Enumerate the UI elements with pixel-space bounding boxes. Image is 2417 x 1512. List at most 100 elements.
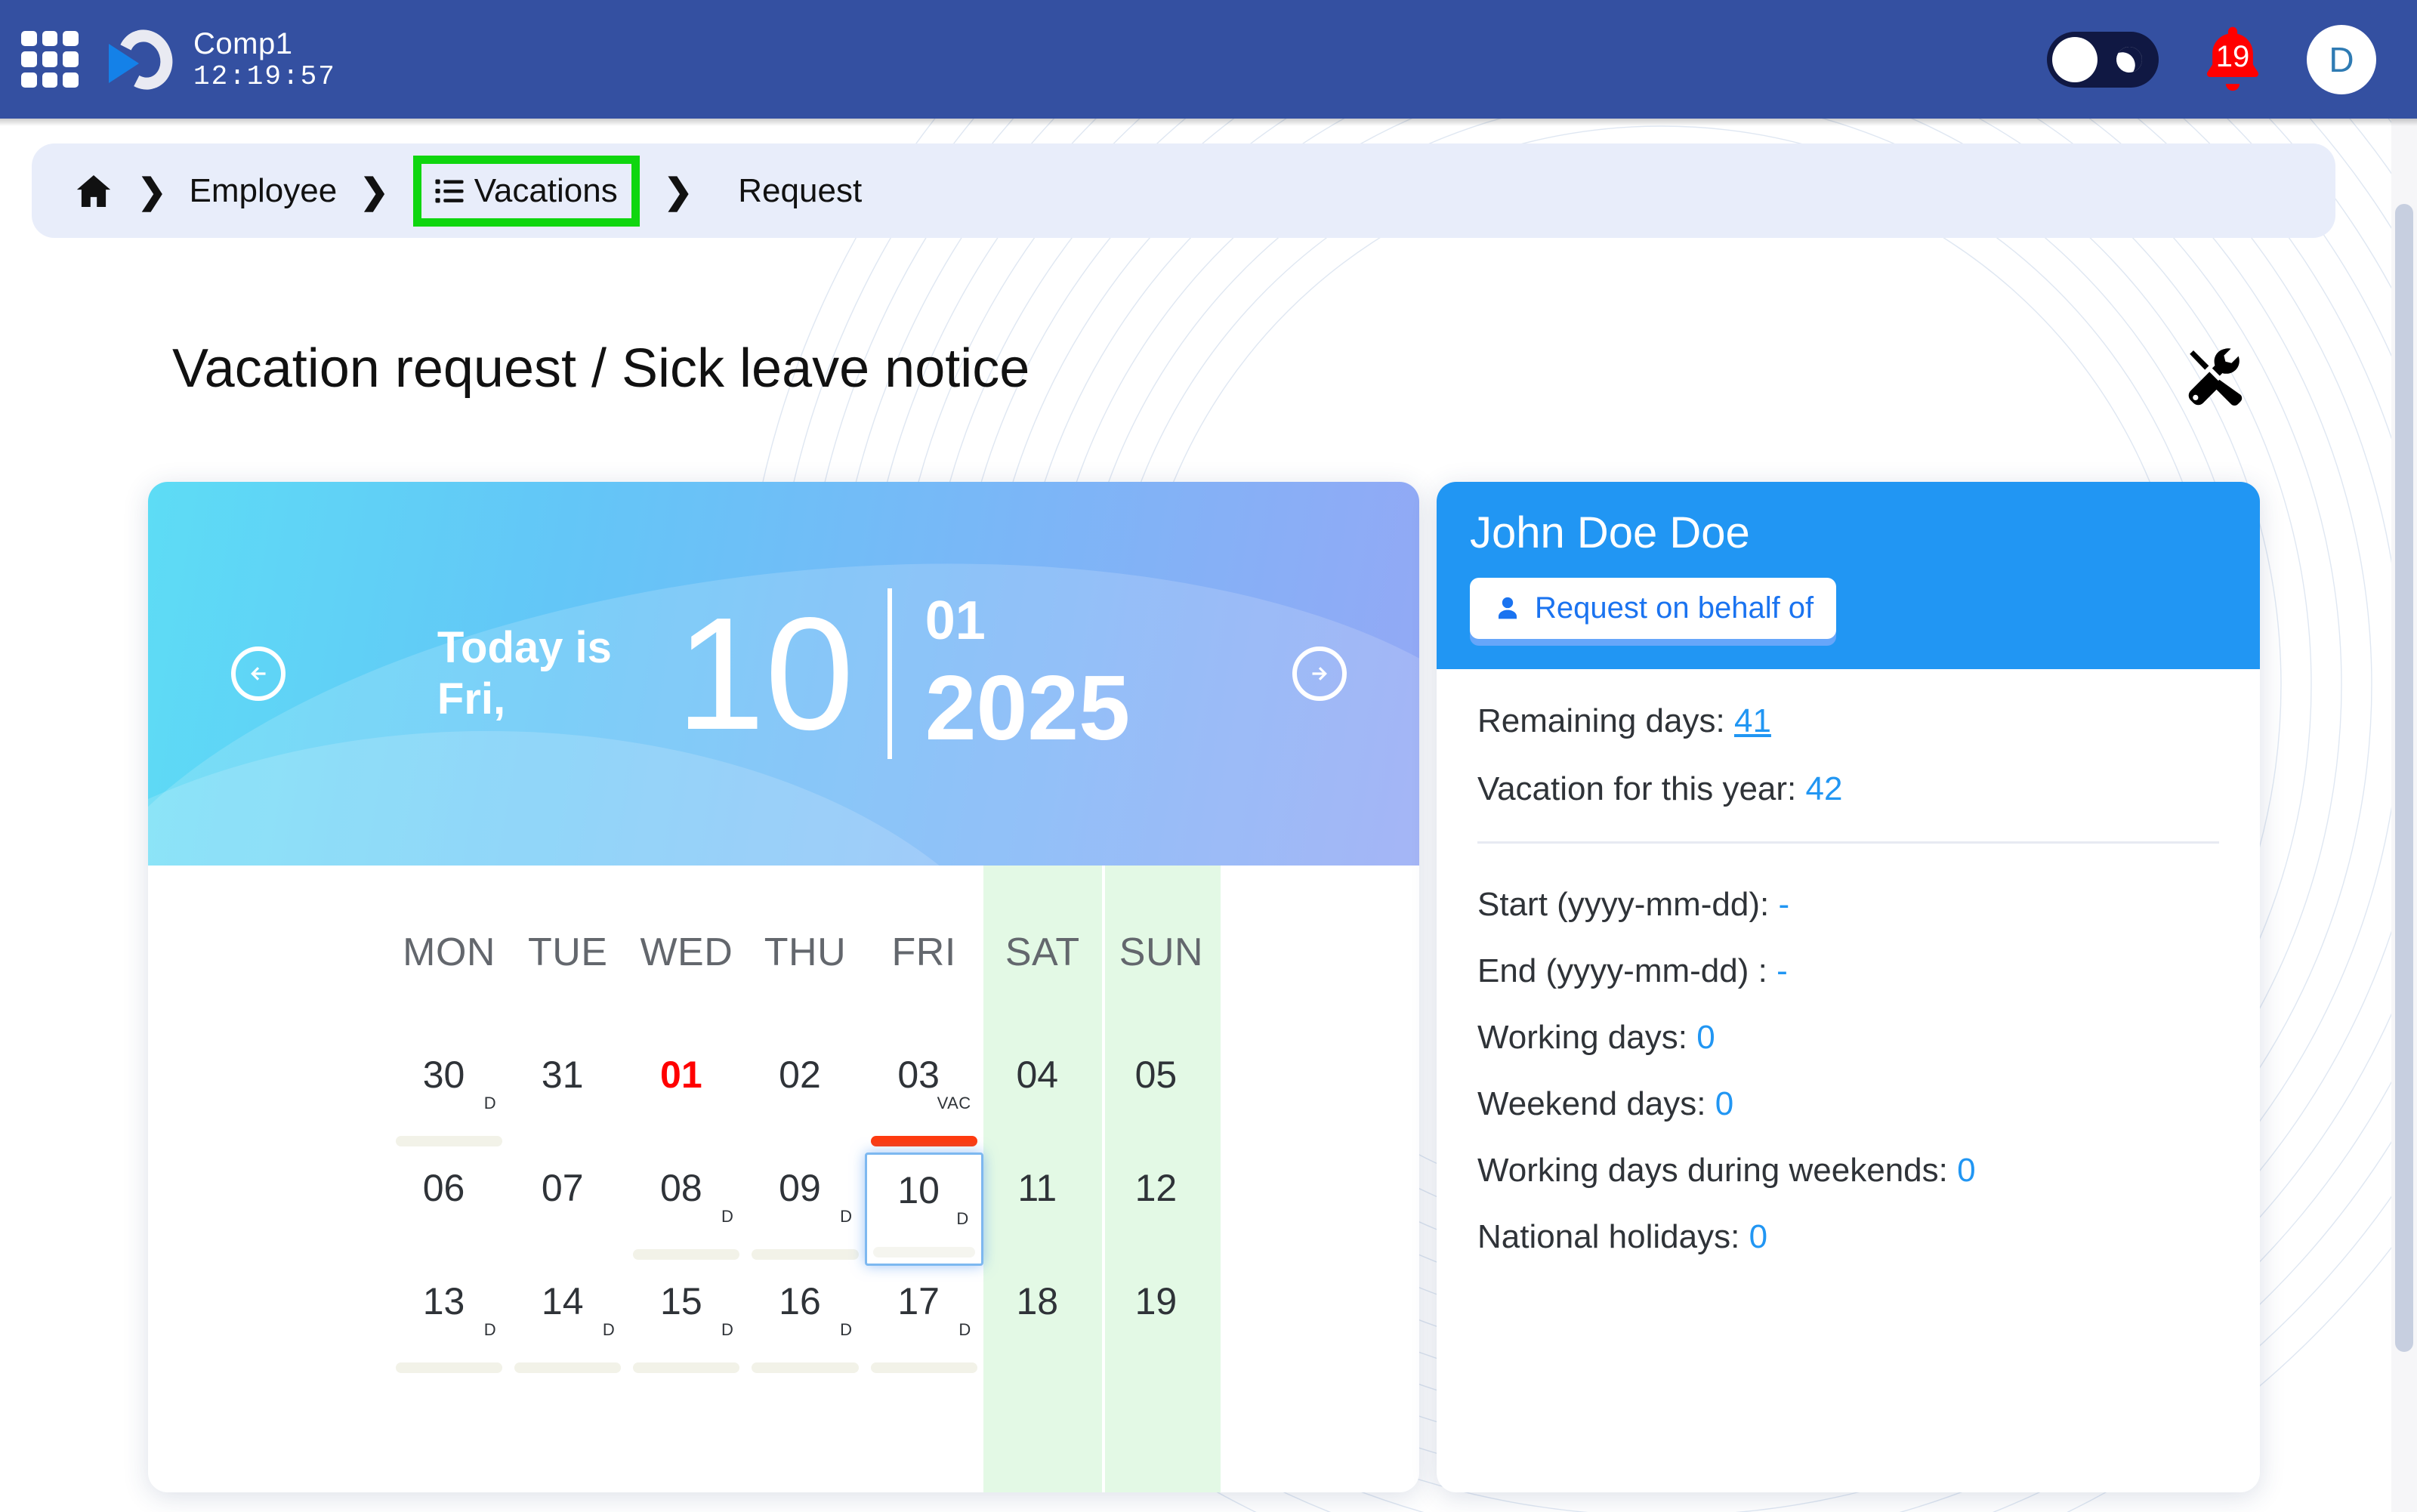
notifications-bell[interactable]: 19 [2193,20,2272,99]
calendar-day-cell[interactable]: 07 [508,1153,627,1266]
brand-name: Comp1 [193,26,293,60]
calendar-day-marker: D [958,1320,971,1339]
person-icon [1499,597,1517,619]
calendar-day-bar [514,1362,622,1373]
today-is-text: Today is [437,622,612,672]
panel-row-value: 0 [1696,1019,1715,1056]
panel-row-value: 42 [1805,770,1843,807]
calendar-day-cell[interactable]: 01 [627,1039,745,1153]
banner-content: Today is Fri, 10 01 2025 [148,482,1419,866]
avatar[interactable]: D [2307,24,2376,94]
page-title: Vacation request / Sick leave notice [172,338,1030,399]
panel-row: Remaining days: 41 [1477,702,2219,740]
calendar-day-number: 13 [422,1280,465,1322]
panel-row-label: Weekend days: [1477,1085,1706,1122]
calendar-day-number: 05 [1134,1054,1178,1096]
calendar-day-number: 12 [1134,1167,1178,1209]
calendar-day-cell[interactable]: 18 [983,1266,1102,1379]
calendar-day-cell[interactable]: 12 [1102,1153,1221,1266]
page-scrollbar-thumb[interactable] [2395,204,2413,1352]
breadcrumb-separator: ❯ [137,171,167,211]
calendar-day-cell[interactable]: 31 [508,1039,627,1153]
calendar-day-marker: D [721,1320,734,1339]
calendar-day-bar [752,1362,859,1373]
banner-day: 10 [675,584,854,764]
calendar-day-cell[interactable]: 08 D [627,1153,745,1266]
calendar-day-number: 02 [779,1054,821,1096]
calendar-day-marker: D [840,1207,853,1226]
calendar-day-bar [870,1136,977,1146]
home-icon[interactable] [73,170,115,212]
calendar-header-sat: SAT [1005,930,1080,974]
calendar-header-fri: FRI [891,930,956,974]
calendar-day-cell[interactable]: 30 D [390,1039,508,1153]
calendar-card: Today is Fri, 10 01 2025 MON TUE WED THU FRI… [148,482,1419,1492]
calendar-day-cell[interactable]: 02 [745,1039,864,1153]
panel-row-value[interactable]: 41 [1734,702,1771,739]
panel-row-label: Working days during weekends: [1477,1152,1948,1189]
prev-month-button[interactable] [231,646,286,701]
today-label: Today is Fri, [437,622,656,726]
breadcrumb-label-vacations: Vacations [474,171,618,209]
panel-row: Start (yyyy-mm-dd): - [1477,886,2219,924]
panel-row-value: - [1778,886,1790,923]
employee-name: John Doe Doe [1470,508,1750,557]
calendar-day-number: 17 [897,1280,940,1322]
calendar-day-cell[interactable]: 03 VAC [865,1039,983,1153]
tools-icon[interactable] [2180,341,2252,414]
calendar-day-number: 10 [897,1169,940,1211]
breadcrumb-item-employee[interactable]: Employee [190,172,338,210]
behalf-button-label: Request on behalf of [1535,591,1814,625]
banner-month: 01 [925,591,986,651]
calendar-day-bar [633,1362,740,1373]
calendar-day-bar [872,1247,975,1257]
request-on-behalf-of-button[interactable]: Request on behalf of [1470,578,1837,639]
calendar-day-bar [633,1249,740,1260]
panel-row-label: End (yyyy-mm-dd) : [1477,952,1767,989]
notification-count: 19 [2215,40,2250,73]
theme-toggle[interactable] [2047,31,2159,88]
apps-grid-icon[interactable] [21,30,79,88]
calendar-day-cell[interactable]: 17 D [865,1266,983,1379]
panel-row-label: Remaining days: [1477,702,1725,739]
next-month-button[interactable] [1292,646,1347,701]
panel-row: Vacation for this year: 42 [1477,770,2219,808]
calendar-day-cell[interactable]: 09 D [745,1153,864,1266]
calendar-day-number: 31 [541,1054,584,1096]
calendar-day-cell[interactable]: 10 D [864,1153,983,1266]
calendar-day-cell[interactable]: 05 [1102,1039,1221,1153]
calendar-day-number: 04 [1016,1054,1059,1096]
calendar-header-sun: SUN [1119,930,1204,974]
panel-row-value: - [1776,952,1788,989]
topbar-actions: 19 D [2047,20,2376,99]
date-banner: Today is Fri, 10 01 2025 [148,482,1419,866]
summary-list: Remaining days: 41 Vacation for this year… [1477,702,2219,808]
calendar-day-cell[interactable]: 06 [390,1153,508,1266]
calendar-day-number: 08 [660,1167,702,1209]
panel-row: Working days during weekends: 0 [1477,1152,2219,1190]
calendar-day-number: 11 [1017,1167,1057,1209]
calendar-day-cell[interactable]: 04 [983,1039,1102,1153]
details-list: Start (yyyy-mm-dd): - End (yyyy-mm-dd) : … [1477,886,2219,1256]
calendar-day-cell[interactable]: 16 D [745,1266,864,1379]
today-weekday: Fri, [437,674,506,724]
brand-logo-icon[interactable] [107,22,181,97]
panel-row-label: Vacation for this year: [1477,770,1797,807]
calendar-day-number: 06 [422,1167,465,1209]
list-icon [435,179,464,202]
topbar-shadow [0,119,2417,126]
calendar-day-marker: D [483,1094,497,1112]
brand-block: Comp1 12:19:57 [193,29,336,91]
calendar-day-cell[interactable]: 14 D [508,1266,627,1379]
calendar-day-cell[interactable]: 19 [1102,1266,1221,1379]
calendar-day-marker: D [483,1320,497,1339]
moon-icon [2113,43,2146,76]
calendar-day-cell[interactable]: 13 D [390,1266,508,1379]
calendar-day-cell[interactable]: 11 [983,1153,1102,1266]
panel-row-value: 0 [1957,1152,1976,1189]
panel-divider [1477,841,2219,844]
panel-row: National holidays: 0 [1477,1218,2219,1256]
calendar-day-number: 15 [660,1280,702,1322]
calendar-day-cell[interactable]: 15 D [627,1266,745,1379]
breadcrumb-item-vacations[interactable]: Vacations [412,155,640,227]
